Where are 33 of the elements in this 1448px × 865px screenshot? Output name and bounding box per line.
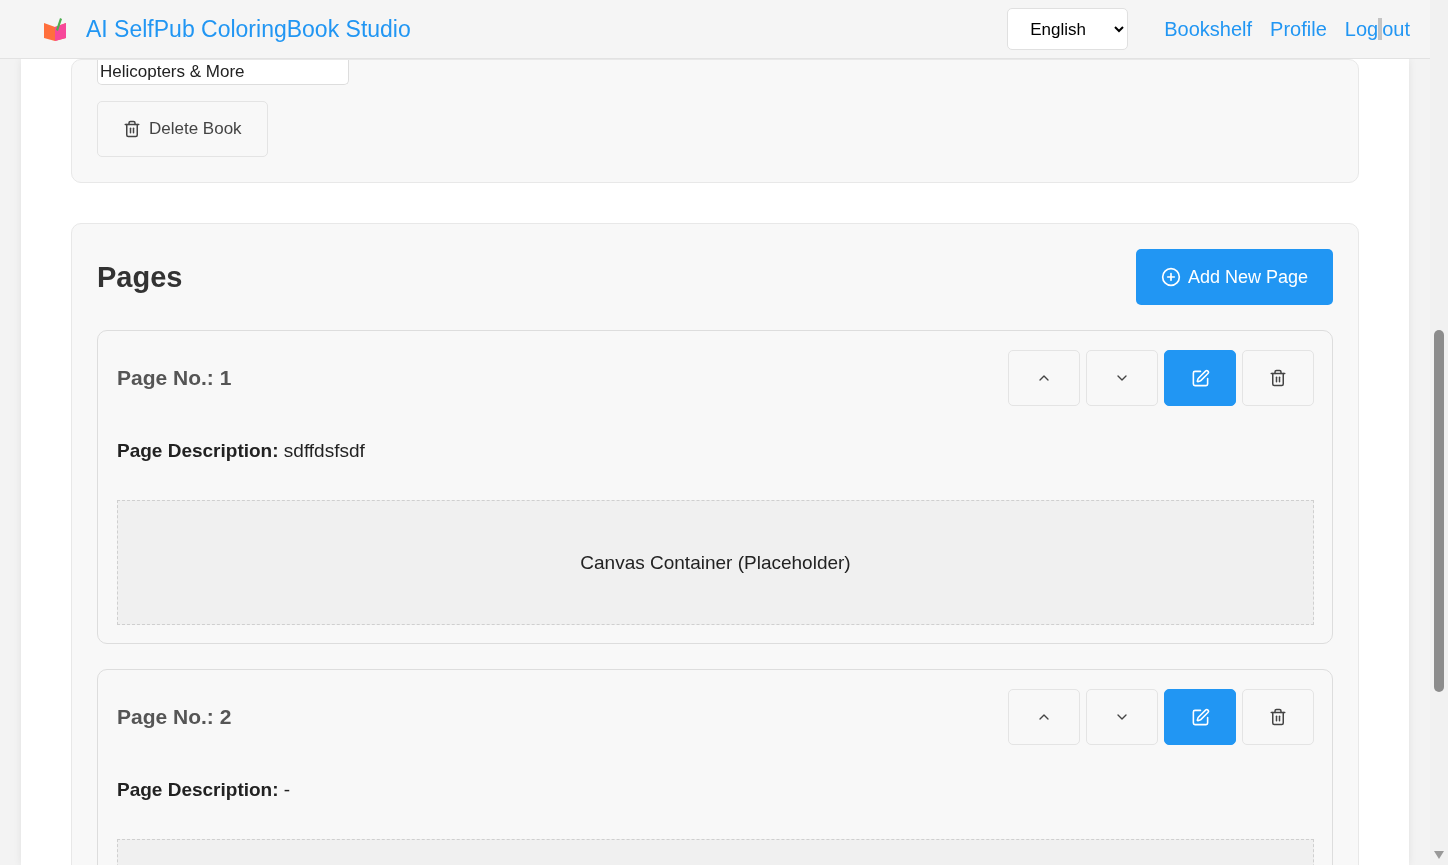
canvas-label: Canvas Container (Placeholder): [580, 551, 851, 574]
add-page-button[interactable]: Add New Page: [1135, 249, 1333, 305]
canvas-area[interactable]: Canvas Container (Placeholder): [117, 500, 1314, 625]
trash-icon: [123, 120, 141, 138]
language-select[interactable]: English: [1007, 8, 1129, 50]
trash-icon: [1269, 369, 1287, 387]
move-down-button[interactable]: [1086, 350, 1158, 406]
page-number: Page No.: 2: [117, 705, 232, 729]
plus-icon: [1160, 267, 1181, 287]
app-title: AI SelfPub ColoringBook Studio: [86, 15, 411, 43]
page-description: Page Description: -: [117, 779, 292, 801]
edit-button[interactable]: [1164, 689, 1236, 745]
move-up-button[interactable]: [1008, 689, 1080, 745]
move-up-button[interactable]: [1008, 350, 1080, 406]
nav-link[interactable]: Profile: [1270, 17, 1327, 41]
edit-icon: [1190, 368, 1210, 388]
nav-link[interactable]: Log: [1344, 17, 1379, 41]
edit-icon: [1190, 707, 1210, 727]
section-title: Pages: [97, 260, 183, 294]
page-description: Page Description: sdffdsfsdf: [117, 440, 366, 462]
scroll-down-icon: [1434, 851, 1444, 859]
nav-link[interactable]: out: [1382, 17, 1410, 41]
delete-page-button[interactable]: [1242, 350, 1314, 406]
delete-page-button[interactable]: [1242, 689, 1314, 745]
logo-icon: [42, 16, 68, 42]
trash-icon: [1269, 708, 1287, 726]
nav-link[interactable]: Bookshelf: [1164, 17, 1253, 41]
scroll-thumb[interactable]: [1434, 330, 1444, 692]
move-down-button[interactable]: [1086, 689, 1158, 745]
delete-book-button[interactable]: Delete Book: [97, 101, 268, 157]
subtitle-field[interactable]: Helicopters & More: [97, 60, 349, 85]
edit-button[interactable]: [1164, 350, 1236, 406]
page-number: Page No.: 1: [117, 366, 232, 390]
